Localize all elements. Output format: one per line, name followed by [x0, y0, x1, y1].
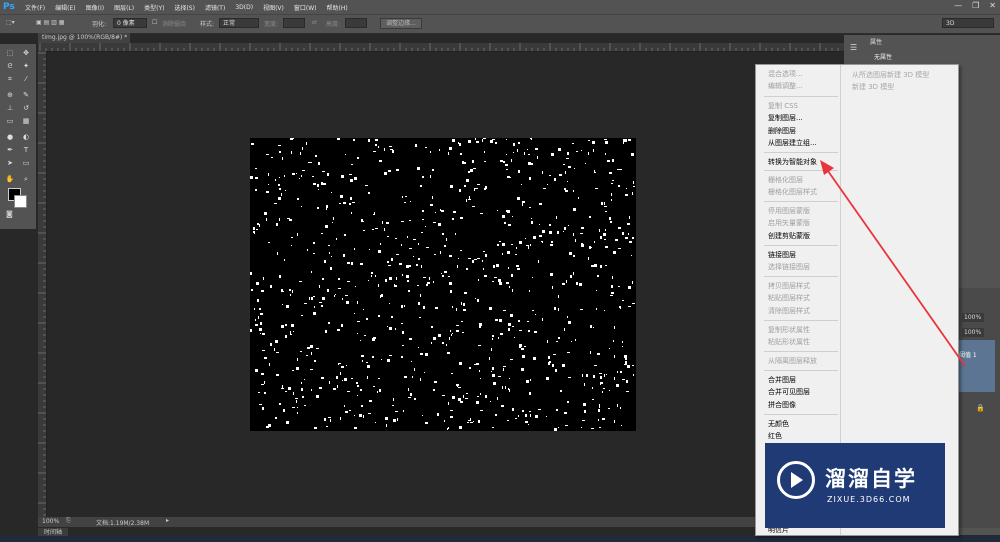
watermark-title: 溜溜自学 [825, 467, 917, 491]
watermark-play-icon [791, 472, 803, 488]
watermark-url: ZIXUE.3D66.COM [827, 495, 911, 504]
arrow-head [820, 160, 834, 175]
arrow-line [827, 170, 966, 367]
watermark-badge: 溜溜自学 ZIXUE.3D66.COM [765, 443, 945, 528]
